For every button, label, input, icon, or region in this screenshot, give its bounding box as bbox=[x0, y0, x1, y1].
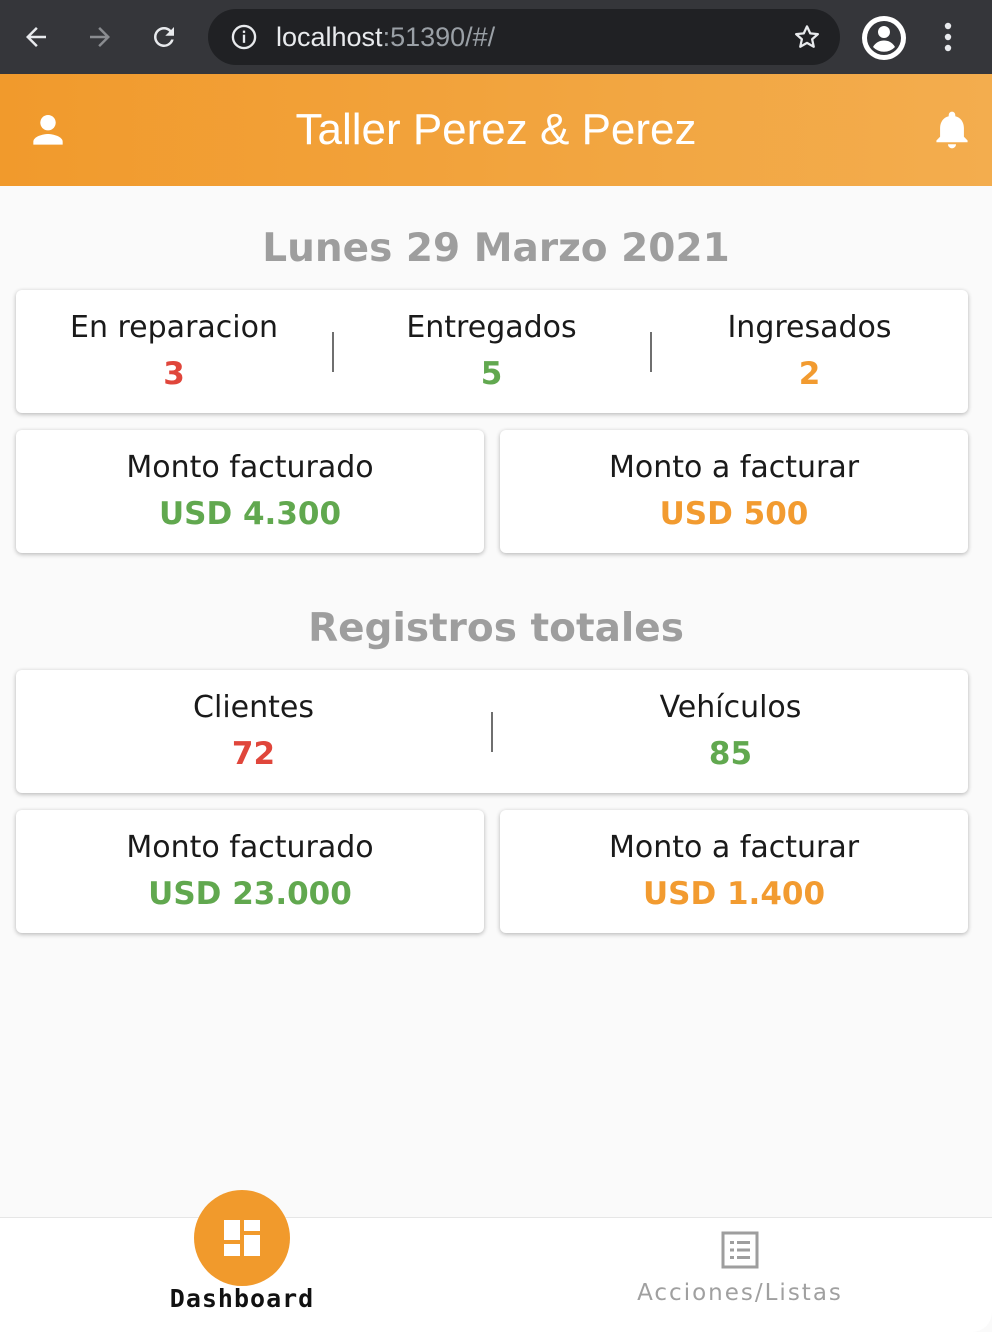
billed-card[interactable]: Monto facturado USD 4.300 bbox=[16, 430, 484, 553]
bell-icon[interactable] bbox=[930, 108, 974, 152]
list-icon bbox=[721, 1231, 759, 1269]
to-bill-stat: Monto a facturar USD 500 bbox=[500, 430, 968, 553]
date-heading: Lunes 29 Marzo 2021 bbox=[262, 226, 730, 271]
stat-label: Monto facturado bbox=[126, 450, 374, 485]
stat-value: USD 23.000 bbox=[148, 876, 352, 912]
url-path: :51390/#/ bbox=[382, 22, 496, 52]
totals-heading: Registros totales bbox=[308, 606, 684, 651]
dashboard-icon bbox=[224, 1220, 260, 1256]
stat-vehiculos[interactable]: Vehículos 85 bbox=[493, 670, 968, 793]
stat-ingresados[interactable]: Ingresados 2 bbox=[651, 290, 968, 413]
total-to-bill-card[interactable]: Monto a facturar USD 1.400 bbox=[500, 810, 968, 933]
app-title: Taller Perez & Perez bbox=[295, 105, 697, 154]
back-button[interactable] bbox=[16, 17, 56, 57]
stat-label: Ingresados bbox=[727, 310, 892, 345]
stat-value: 85 bbox=[708, 736, 753, 772]
total-billed-card[interactable]: Monto facturado USD 23.000 bbox=[16, 810, 484, 933]
nav-label-acciones-listas: Acciones/Listas bbox=[637, 1280, 843, 1306]
nav-item-dashboard[interactable] bbox=[194, 1190, 290, 1286]
total-billed-stat: Monto facturado USD 23.000 bbox=[16, 810, 484, 933]
to-bill-card[interactable]: Monto a facturar USD 500 bbox=[500, 430, 968, 553]
info-icon[interactable] bbox=[230, 23, 258, 51]
nav-label-dashboard[interactable]: Dashboard bbox=[142, 1284, 342, 1313]
app-bar: Taller Perez & Perez bbox=[0, 74, 992, 186]
more-vert-icon[interactable] bbox=[930, 17, 966, 57]
browser-toolbar: localhost:51390/#/ bbox=[0, 0, 992, 74]
stat-value: USD 4.300 bbox=[158, 496, 342, 532]
stat-value: 2 bbox=[798, 356, 821, 392]
forward-button[interactable] bbox=[80, 17, 120, 57]
stat-label: Monto facturado bbox=[126, 830, 374, 865]
status-card: En reparacion 3 Entregados 5 Ingresados … bbox=[16, 290, 968, 413]
nav-item-acciones-listas[interactable]: Acciones/Listas bbox=[620, 1230, 860, 1310]
stat-clientes[interactable]: Clientes 72 bbox=[16, 670, 491, 793]
star-icon[interactable] bbox=[792, 22, 822, 52]
stat-value: 72 bbox=[231, 736, 276, 772]
address-bar[interactable]: localhost:51390/#/ bbox=[208, 9, 840, 65]
counts-card: Clientes 72 Vehículos 85 bbox=[16, 670, 968, 793]
stat-label: Clientes bbox=[193, 690, 314, 725]
stat-value: USD 1.400 bbox=[642, 876, 826, 912]
arrow-right-icon bbox=[90, 27, 110, 47]
total-to-bill-stat: Monto a facturar USD 1.400 bbox=[500, 810, 968, 933]
arrow-left-icon bbox=[26, 27, 46, 47]
reload-icon bbox=[154, 27, 174, 47]
stat-value: USD 500 bbox=[659, 496, 809, 532]
profile-icon[interactable] bbox=[860, 14, 908, 62]
reload-button[interactable] bbox=[144, 17, 184, 57]
stat-value: 3 bbox=[163, 356, 185, 392]
stat-en-reparacion[interactable]: En reparacion 3 bbox=[16, 290, 332, 413]
stat-label: Entregados bbox=[406, 310, 577, 345]
billed-stat: Monto facturado USD 4.300 bbox=[16, 430, 484, 553]
stat-value: 5 bbox=[480, 356, 503, 392]
url-text[interactable]: localhost:51390/#/ bbox=[276, 9, 495, 65]
stat-entregados[interactable]: Entregados 5 bbox=[333, 290, 650, 413]
stat-label: Monto a facturar bbox=[608, 830, 860, 865]
stat-label: Vehículos bbox=[659, 690, 802, 725]
stat-label: Monto a facturar bbox=[608, 450, 860, 485]
stat-label: En reparacion bbox=[70, 310, 278, 345]
url-host: localhost bbox=[276, 22, 383, 52]
